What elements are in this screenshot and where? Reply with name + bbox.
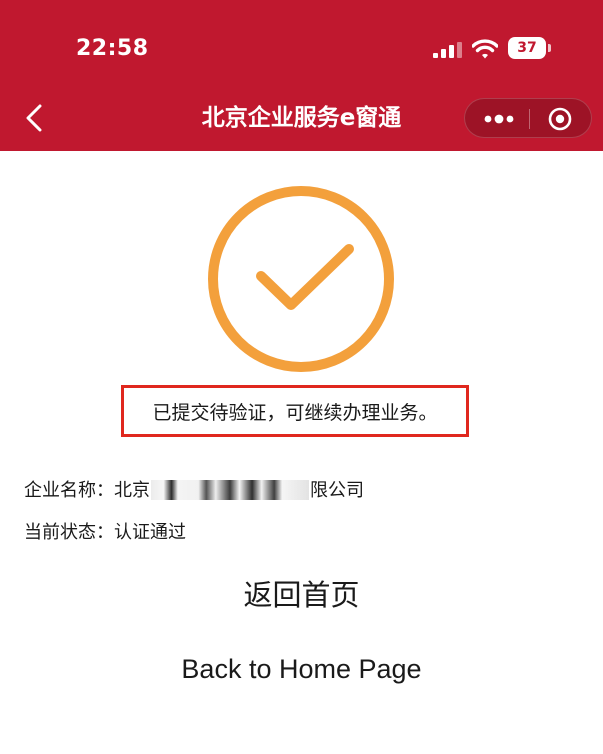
capsule-divider <box>529 109 530 129</box>
signal-icon <box>433 42 462 58</box>
company-name-suffix: 限公司 <box>310 480 364 501</box>
result-message: 已提交待验证，可继续办理业务。 <box>152 401 438 424</box>
battery-tip <box>548 44 551 52</box>
status-row: 当前状态：认证通过 <box>24 518 186 544</box>
app-header: 22:58 37 北京企业服务e窗通 <box>0 0 603 151</box>
more-dots-icon[interactable] <box>479 107 519 131</box>
company-name-prefix: 北京 <box>114 480 150 501</box>
result-message-box: 已提交待验证，可继续办理业务。 <box>121 385 469 437</box>
company-name-row: 企业名称：北京 限公司 <box>24 476 364 502</box>
mini-program-capsule <box>464 98 592 138</box>
status-label: 当前状态： <box>24 522 114 543</box>
battery-level: 37 <box>508 37 546 59</box>
status-time: 22:58 <box>76 36 149 61</box>
company-name-label: 企业名称： <box>24 480 114 501</box>
status-value: 认证通过 <box>114 522 186 543</box>
page-title: 北京企业服务e窗通 <box>201 105 402 131</box>
back-button[interactable] <box>18 101 50 135</box>
redacted-company-name <box>151 480 309 500</box>
wifi-icon <box>472 39 498 59</box>
back-home-link-en[interactable]: Back to Home Page <box>0 654 603 685</box>
back-arrow-icon <box>26 104 42 132</box>
battery-icon: 37 <box>508 37 552 59</box>
close-circle-icon[interactable] <box>545 105 575 133</box>
back-home-link-cn[interactable]: 返回首页 <box>0 572 603 614</box>
check-circle-icon <box>208 186 394 372</box>
